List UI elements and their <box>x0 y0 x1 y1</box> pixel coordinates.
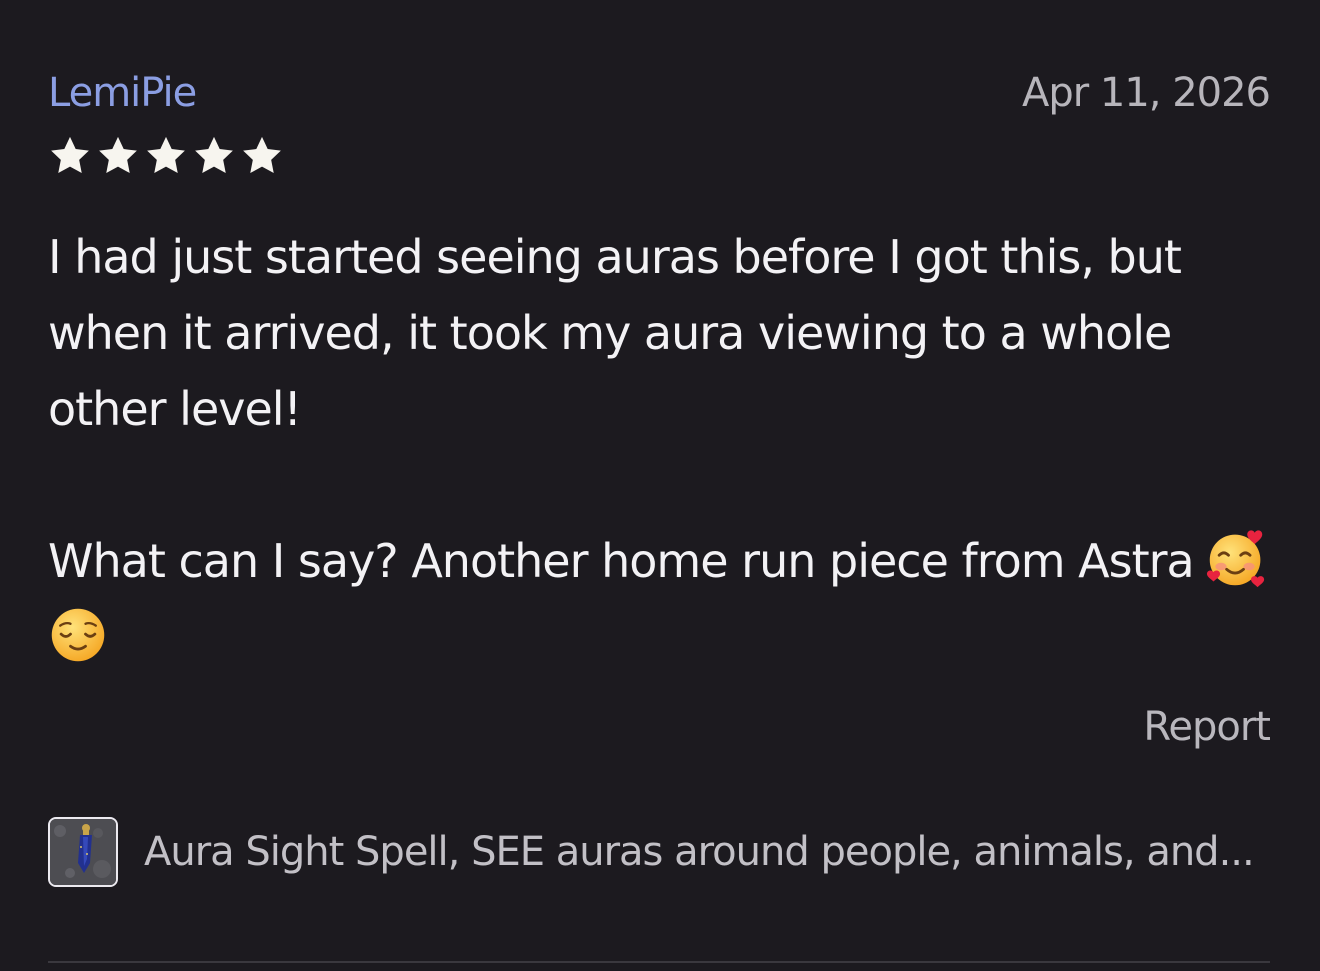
review-date: Apr 11, 2026 <box>1021 70 1271 116</box>
divider <box>48 961 1270 963</box>
star-icon <box>51 136 89 174</box>
lapis-pendant-image <box>50 819 116 885</box>
review-card: LemiPie Apr 11, 2026 I had just started … <box>48 0 1271 971</box>
report-link[interactable]: Report <box>1143 704 1271 750</box>
review-text: I had just started seeing auras before I… <box>48 219 1270 675</box>
reviewer-name-link[interactable]: LemiPie <box>48 70 197 116</box>
smiling-face-with-hearts-emoji <box>1206 530 1264 588</box>
star-icon <box>243 136 281 174</box>
listing-link[interactable]: Aura Sight Spell, SEE auras around peopl… <box>48 814 1270 890</box>
listing-thumbnail <box>48 817 118 887</box>
star-rating <box>48 134 284 182</box>
star-icon <box>147 136 185 174</box>
listing-title: Aura Sight Spell, SEE auras around peopl… <box>144 829 1255 875</box>
review-paragraph-2-text: What can I say? Another home run piece f… <box>48 534 1195 588</box>
relieved-face-emoji <box>51 608 105 662</box>
review-paragraph-2: What can I say? Another home run piece f… <box>48 523 1270 675</box>
star-icon <box>195 136 233 174</box>
review-paragraph-1: I had just started seeing auras before I… <box>48 230 1195 436</box>
star-icon <box>99 136 137 174</box>
